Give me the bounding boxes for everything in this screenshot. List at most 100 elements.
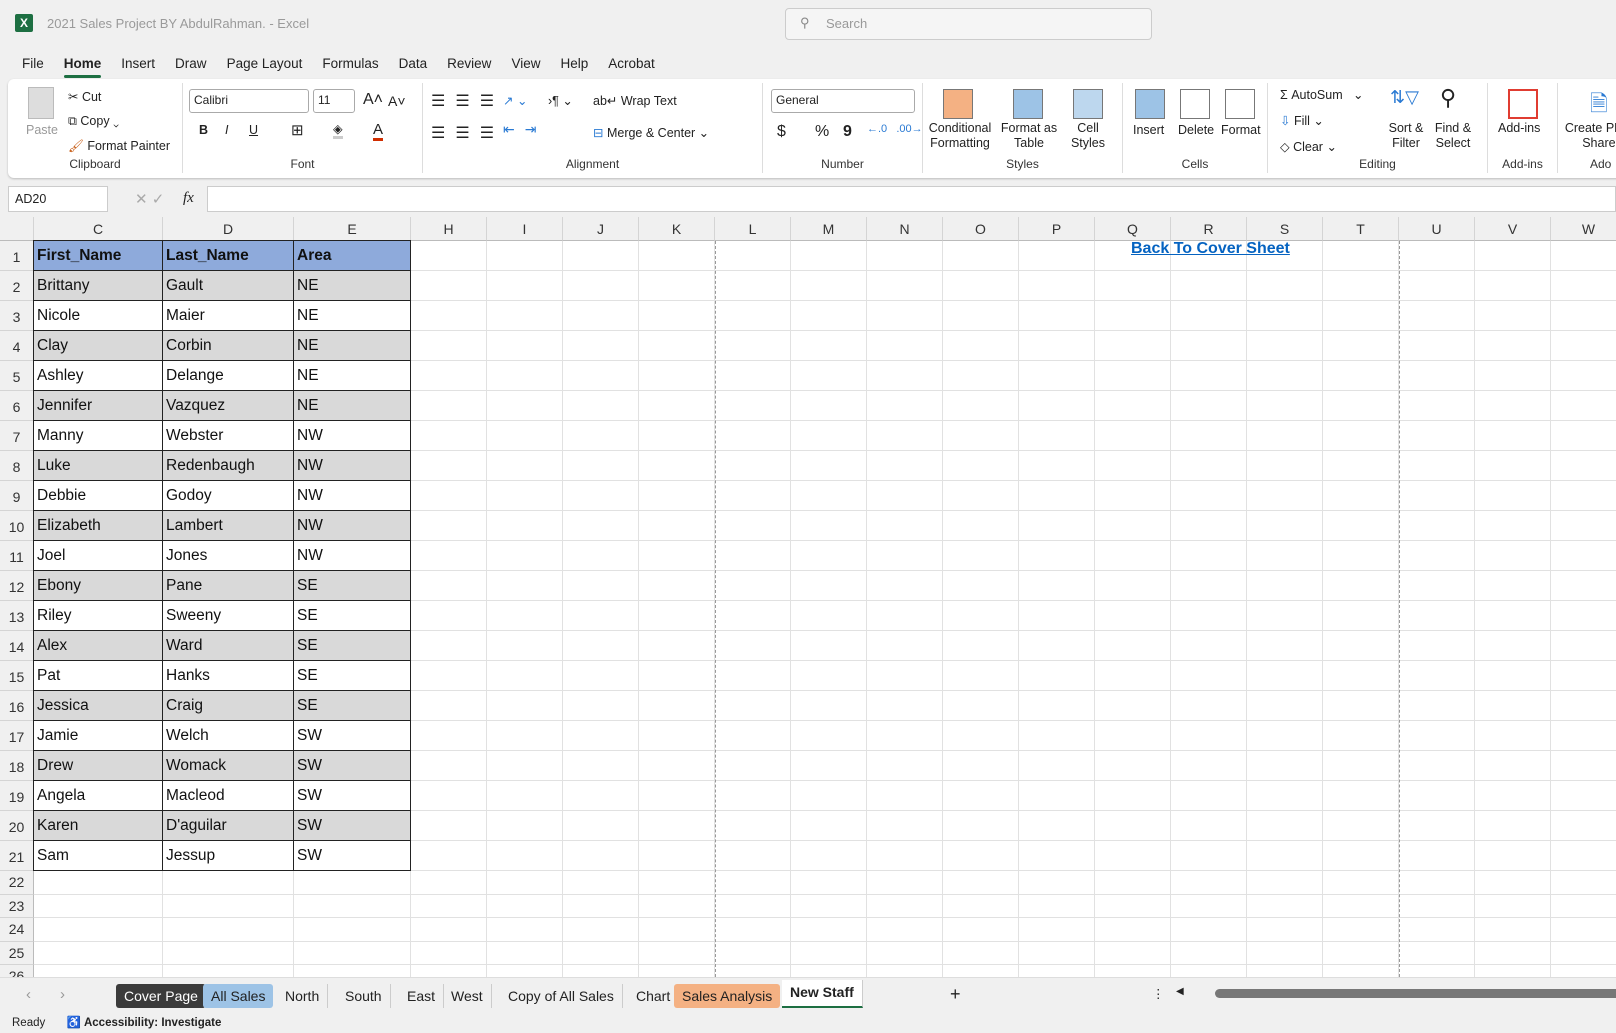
cell[interactable]: [715, 481, 791, 511]
horizontal-scrollbar[interactable]: [1215, 989, 1616, 998]
row-header[interactable]: 8: [0, 451, 34, 481]
cell[interactable]: [1551, 965, 1616, 977]
cell[interactable]: [943, 571, 1019, 601]
cell[interactable]: [1247, 918, 1323, 942]
cell[interactable]: [867, 451, 943, 481]
cell[interactable]: [163, 965, 294, 977]
table-cell[interactable]: D'aguilar: [162, 810, 294, 841]
cell[interactable]: [1247, 751, 1323, 781]
row-header[interactable]: 21: [0, 841, 34, 871]
cell[interactable]: [1399, 601, 1475, 631]
cell[interactable]: [791, 841, 867, 871]
cell[interactable]: [1171, 631, 1247, 661]
cell[interactable]: [1551, 571, 1616, 601]
cell[interactable]: [867, 421, 943, 451]
cell[interactable]: [563, 871, 639, 895]
cell[interactable]: [487, 871, 563, 895]
cell[interactable]: [1323, 571, 1399, 601]
menu-page-layout[interactable]: Page Layout: [217, 56, 313, 71]
cell[interactable]: [867, 661, 943, 691]
cell[interactable]: [411, 894, 487, 918]
cell[interactable]: [411, 511, 487, 541]
cell[interactable]: [1323, 481, 1399, 511]
decimal-icons[interactable]: ←.0 .00→: [867, 123, 923, 135]
cell[interactable]: [1399, 451, 1475, 481]
table-cell[interactable]: NW: [293, 510, 411, 541]
cell[interactable]: [791, 361, 867, 391]
cell[interactable]: [1019, 601, 1095, 631]
cell[interactable]: [1095, 301, 1171, 331]
cell[interactable]: [867, 691, 943, 721]
cell[interactable]: [867, 871, 943, 895]
table-cell[interactable]: Macleod: [162, 780, 294, 811]
cell[interactable]: [715, 271, 791, 301]
cell[interactable]: [1551, 811, 1616, 841]
cell[interactable]: [563, 601, 639, 631]
table-cell[interactable]: Welch: [162, 720, 294, 751]
row-header[interactable]: 26: [0, 965, 34, 977]
clear-button[interactable]: ◇ Clear ⌄: [1280, 139, 1337, 154]
cell[interactable]: [1247, 601, 1323, 631]
cell[interactable]: [639, 871, 715, 895]
table-cell[interactable]: Jamie: [33, 720, 163, 751]
cell[interactable]: [715, 331, 791, 361]
cell[interactable]: [1323, 841, 1399, 871]
cell[interactable]: [791, 751, 867, 781]
cell[interactable]: [943, 301, 1019, 331]
cell[interactable]: [411, 421, 487, 451]
cell[interactable]: [1019, 751, 1095, 781]
cell[interactable]: [639, 361, 715, 391]
find-select-button[interactable]: Find & Select: [1428, 121, 1478, 151]
orientation-icon[interactable]: ↗ ⌄: [503, 93, 527, 108]
cell[interactable]: [1399, 781, 1475, 811]
cell[interactable]: [1019, 918, 1095, 942]
cell[interactable]: [1019, 541, 1095, 571]
table-header-cell[interactable]: Area: [293, 240, 411, 271]
cell[interactable]: [1019, 301, 1095, 331]
cell[interactable]: [163, 918, 294, 942]
cell[interactable]: [1171, 301, 1247, 331]
cell[interactable]: [1171, 391, 1247, 421]
cell[interactable]: [1399, 421, 1475, 451]
cell[interactable]: [1475, 751, 1551, 781]
scroll-left-icon[interactable]: ◀: [1176, 986, 1184, 997]
cell[interactable]: [943, 541, 1019, 571]
fill-color-icon[interactable]: ◈: [333, 121, 343, 139]
row-header[interactable]: 5: [0, 361, 34, 391]
cell[interactable]: [715, 781, 791, 811]
cell[interactable]: [715, 721, 791, 751]
cell[interactable]: [563, 241, 639, 271]
cell[interactable]: [1019, 871, 1095, 895]
cell[interactable]: [1095, 511, 1171, 541]
cell[interactable]: [791, 601, 867, 631]
font-name-select[interactable]: Calibri: [189, 89, 309, 113]
cell[interactable]: [487, 301, 563, 331]
row-header[interactable]: 10: [0, 511, 34, 541]
column-header[interactable]: C: [34, 217, 163, 241]
cell[interactable]: [411, 451, 487, 481]
cell[interactable]: [639, 721, 715, 751]
increase-font-icon[interactable]: A˄: [363, 91, 383, 109]
cell[interactable]: [943, 918, 1019, 942]
column-header[interactable]: U: [1399, 217, 1475, 241]
table-cell[interactable]: Pane: [162, 570, 294, 601]
cell[interactable]: [1171, 781, 1247, 811]
cell[interactable]: [1247, 301, 1323, 331]
cell[interactable]: [1475, 541, 1551, 571]
cell[interactable]: [1551, 331, 1616, 361]
cell[interactable]: [563, 421, 639, 451]
cell[interactable]: [1399, 871, 1475, 895]
cell[interactable]: [639, 965, 715, 977]
percent-button[interactable]: %: [815, 123, 829, 141]
cell[interactable]: [715, 691, 791, 721]
cell[interactable]: [1323, 811, 1399, 841]
cell[interactable]: [1475, 941, 1551, 965]
cell[interactable]: [487, 361, 563, 391]
cell[interactable]: [1551, 451, 1616, 481]
cell[interactable]: [563, 361, 639, 391]
cell[interactable]: [1171, 511, 1247, 541]
cell[interactable]: [1019, 721, 1095, 751]
format-painter-button[interactable]: 🖌 Format Painter: [68, 139, 170, 154]
cell[interactable]: [1551, 751, 1616, 781]
cell[interactable]: [1171, 421, 1247, 451]
